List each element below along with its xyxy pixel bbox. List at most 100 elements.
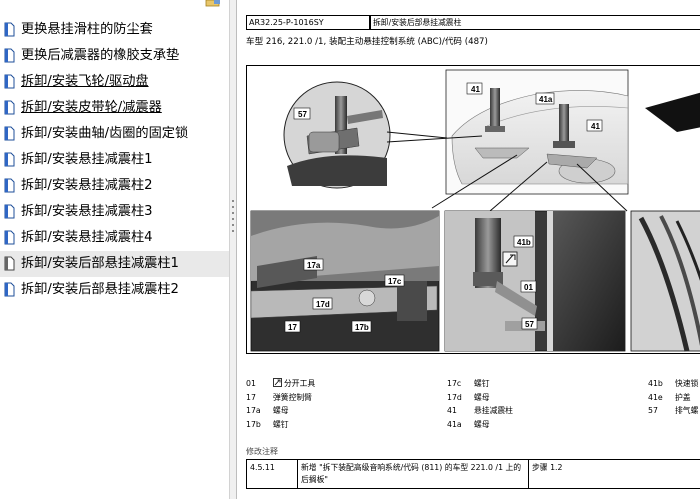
document-icon <box>4 100 15 115</box>
nav-item-label: 拆卸/安装皮带轮/减震器 <box>21 100 162 115</box>
legend-number: 17d <box>447 392 462 402</box>
legend-column-2: 17c 螺钉 17d 螺母 41 悬挂减震柱 41a 螺母 <box>447 377 513 431</box>
legend-text: 悬挂减震柱 <box>474 406 513 415</box>
callout-41b: 41b <box>517 238 531 247</box>
splitter-grip <box>232 218 234 220</box>
legend-text: 快速锁 <box>675 379 699 388</box>
legend-number: 41a <box>447 419 462 429</box>
legend-row: 41a 螺母 <box>447 418 513 432</box>
legend-row: 41 悬挂减震柱 <box>447 404 513 418</box>
legend-number: 57 <box>648 406 658 415</box>
tool-icon <box>273 378 282 387</box>
document-icon <box>4 48 15 63</box>
nav-item[interactable]: 拆卸/安装悬挂减震柱1 <box>0 147 229 173</box>
navigation-sidebar: 更换悬挂滑柱的防尘套更换后减震器的橡胶支承垫 拆卸/安装飞轮/驱动盘 拆卸/安装皮带… <box>0 0 229 499</box>
nav-item-label: 拆卸/安装飞轮/驱动盘 <box>21 74 149 89</box>
legend-text: 螺母 <box>474 419 490 429</box>
callout-17b: 17b <box>355 323 369 332</box>
pane-splitter[interactable] <box>229 0 237 499</box>
splitter-grip <box>232 206 234 208</box>
callout-01: 01 <box>524 283 533 292</box>
callout-17a: 17a <box>307 261 321 270</box>
legend-number: 01 <box>246 379 256 388</box>
nav-item[interactable]: 拆卸/安装后部悬挂减震柱2 <box>0 277 229 303</box>
legend-number: 17b <box>246 419 261 429</box>
nav-item-label: 拆卸/安装悬挂减震柱1 <box>21 152 153 167</box>
document-code: AR32.25-P-1016SY <box>246 15 370 30</box>
legend-number: 41 <box>447 406 457 415</box>
nav-item-label: 拆卸/安装悬挂减震柱4 <box>21 230 153 245</box>
nav-item[interactable]: 更换悬挂滑柱的防尘套 <box>0 17 229 43</box>
legend-row: 17 弹簧控制臂 <box>246 391 315 405</box>
callout-41a: 41a <box>539 95 553 104</box>
nav-item[interactable]: 拆卸/安装皮带轮/减震器 <box>0 95 229 121</box>
document-icon <box>4 178 15 193</box>
legend-row: 41b 快速锁 <box>648 377 698 391</box>
legend-text: 排气螺 <box>675 406 699 415</box>
legend-text: 弹簧控制臂 <box>273 392 312 402</box>
nav-item-label: 拆卸/安装悬挂减震柱3 <box>21 204 153 219</box>
document-icon <box>4 204 15 219</box>
splitter-grip <box>232 200 234 202</box>
legend-number: 17a <box>246 406 261 415</box>
document-icon <box>4 152 15 167</box>
document-icon <box>4 126 15 141</box>
nav-item-label: 更换后减震器的橡胶支承垫 <box>21 48 180 63</box>
revision-notes-table: 4.5.11 新增 "拆下装配高级音响系统/代码 (811) 的车型 221.0… <box>246 459 700 489</box>
callout-17c: 17c <box>388 277 402 286</box>
procedure-figure: 57 41 41a 41 4 17a 17d 17c 17 17b <box>246 65 700 354</box>
legend-row: 17c 螺钉 <box>447 377 513 391</box>
document-icon <box>4 230 15 245</box>
callout-41-right: 41 <box>591 122 600 131</box>
callout-17: 17 <box>288 323 297 332</box>
nav-item[interactable]: 拆卸/安装悬挂减震柱3 <box>0 199 229 225</box>
nav-item[interactable]: 拆卸/安装悬挂减震柱2 <box>0 173 229 199</box>
notes-text: 新增 "拆下装配高级音响系统/代码 (811) 的车型 221.0 /1 上的后… <box>297 459 529 489</box>
legend-number: 17c <box>447 379 462 388</box>
legend-text: 螺钉 <box>273 419 289 429</box>
document-icon <box>4 256 15 271</box>
table-row: 4.5.11 新增 "拆下装配高级音响系统/代码 (811) 的车型 221.0… <box>246 459 700 489</box>
folder-icon[interactable] <box>205 0 221 7</box>
splitter-grip <box>232 212 234 214</box>
callout-17d: 17d <box>316 300 330 309</box>
document-icon <box>4 22 15 37</box>
model-line: 车型 216, 221.0 /1, 装配主动悬挂控制系统 (ABC)/代码 (4… <box>246 37 488 47</box>
nav-item-label: 拆卸/安装曲轴/齿圈的固定锁 <box>21 126 189 141</box>
nav-item[interactable]: 更换后减震器的橡胶支承垫 <box>0 43 229 69</box>
legend-column-3: 41b 快速锁 41e 护盖 57 排气螺 <box>648 377 698 418</box>
legend-text: 螺钉 <box>474 379 490 388</box>
legend-number: 17 <box>246 392 256 402</box>
document-icon <box>4 74 15 89</box>
legend-text: 护盖 <box>675 392 691 402</box>
legend-row: 17a 螺母 <box>246 404 315 418</box>
revision-notes-title: 修改注释 <box>246 447 278 456</box>
notes-step: 步骤 1.2 <box>528 459 700 489</box>
legend-row: 17d 螺母 <box>447 391 513 405</box>
nav-item[interactable]: 拆卸/安装飞轮/驱动盘 <box>0 69 229 95</box>
callout-57a: 57 <box>298 110 307 119</box>
callout-41: 41 <box>471 85 480 94</box>
legend-number: 41b <box>648 379 663 388</box>
nav-item-label: 更换悬挂滑柱的防尘套 <box>21 22 153 37</box>
document-list: 更换悬挂滑柱的防尘套更换后减震器的橡胶支承垫 拆卸/安装飞轮/驱动盘 拆卸/安装皮带… <box>0 17 229 303</box>
splitter-grip <box>232 224 234 226</box>
legend-number: 41e <box>648 392 663 402</box>
nav-item[interactable]: 拆卸/安装悬挂减震柱4 <box>0 225 229 251</box>
procedure-illustration: 57 41 41a 41 4 17a 17d 17c 17 17b <box>250 69 700 352</box>
legend-text: 螺母 <box>273 406 289 415</box>
notes-version: 4.5.11 <box>246 459 298 489</box>
nav-item-label: 拆卸/安装后部悬挂减震柱1 <box>21 256 179 271</box>
document-title: 拆卸/安装后部悬挂减震柱 <box>370 15 700 30</box>
legend-column-1: 01 分开工具 17 弹簧控制臂 17a 螺母 17b 螺钉 <box>246 377 315 431</box>
legend-text: 分开工具 <box>284 379 316 388</box>
nav-item[interactable]: 拆卸/安装后部悬挂减震柱1 <box>0 251 229 277</box>
legend-row: 17b 螺钉 <box>246 418 315 432</box>
document-icon <box>4 282 15 297</box>
callout-57b: 57 <box>525 320 534 329</box>
legend-row: 57 排气螺 <box>648 404 698 418</box>
legend-row: 41e 护盖 <box>648 391 698 405</box>
splitter-grip <box>232 230 234 232</box>
legend-text: 螺母 <box>474 392 490 402</box>
nav-item[interactable]: 拆卸/安装曲轴/齿圈的固定锁 <box>0 121 229 147</box>
